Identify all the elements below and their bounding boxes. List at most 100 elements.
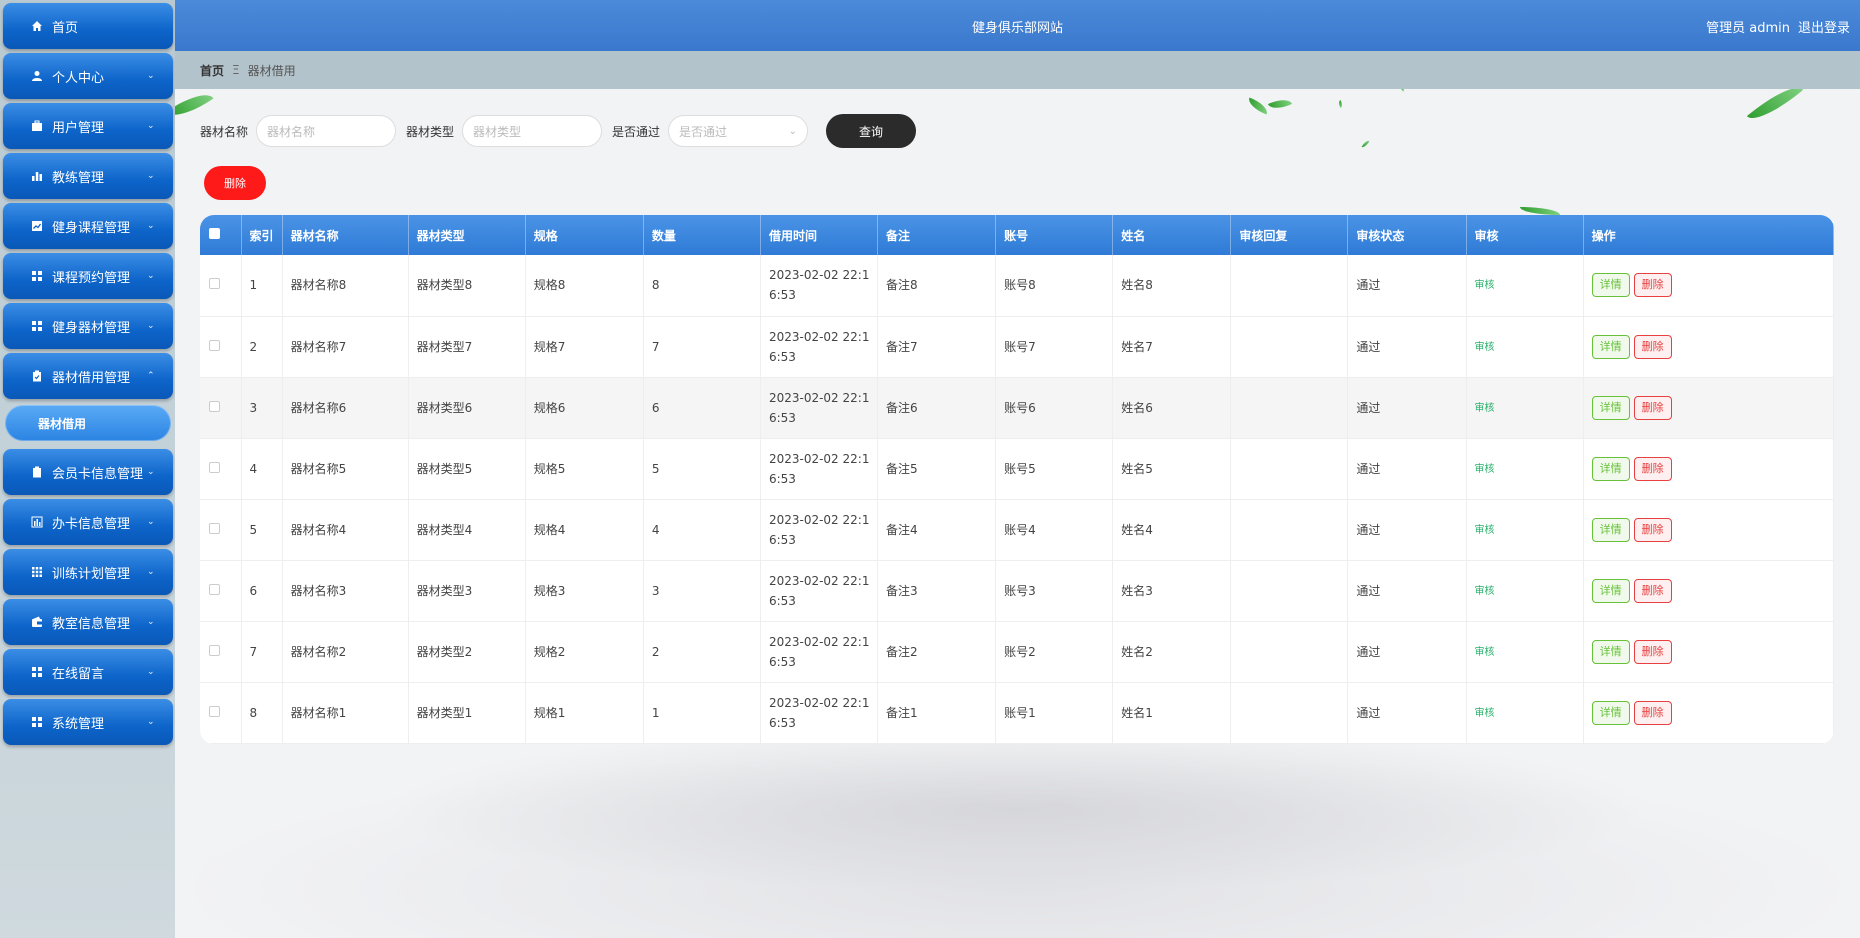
cell-audit-status: 通过 xyxy=(1347,560,1467,621)
audit-link[interactable]: 审核 xyxy=(1475,708,1495,719)
sidebar-subitem-borrow[interactable]: 器材借用 xyxy=(5,405,171,441)
row-checkbox[interactable] xyxy=(209,461,220,473)
sidebar-item-membership-card-management[interactable]: 会员卡信息管理 ⌄ xyxy=(3,449,173,495)
row-checkbox[interactable] xyxy=(209,583,220,595)
sidebar-item-booking-management[interactable]: 课程预约管理 ⌄ xyxy=(3,253,173,299)
sidebar-item-classroom-management[interactable]: 教室信息管理 ⌄ xyxy=(3,599,173,645)
chevron-down-icon: ⌄ xyxy=(147,121,155,131)
detail-button[interactable]: 详情 xyxy=(1591,700,1630,725)
sidebar-item-online-message[interactable]: 在线留言 ⌄ xyxy=(3,649,173,695)
table-row: 5 器材名称4 器材类型4 规格4 4 2023-02-02 22:1 6:53 备注4 账号4… xyxy=(200,499,1834,560)
sidebar-item-equipment-management[interactable]: 健身器材管理 ⌄ xyxy=(3,303,173,349)
sidebar-item-system-management[interactable]: 系统管理 ⌄ xyxy=(3,699,173,745)
sidebar-item-home[interactable]: 首页 xyxy=(3,3,173,49)
sidebar-item-card-application-management[interactable]: 办卡信息管理 ⌄ xyxy=(3,499,173,545)
detail-button[interactable]: 详情 xyxy=(1591,517,1630,542)
cell-spec: 规格4 xyxy=(525,499,644,560)
delete-button[interactable]: 删除 xyxy=(1633,517,1672,542)
clipboard-icon xyxy=(30,369,44,383)
row-select[interactable] xyxy=(200,316,242,377)
row-checkbox[interactable] xyxy=(209,339,220,351)
row-checkbox[interactable] xyxy=(209,278,220,290)
cell-index: 3 xyxy=(241,377,283,438)
equipment-name-input[interactable]: 器材名称 xyxy=(256,115,397,147)
row-select[interactable] xyxy=(200,499,242,560)
cell-account: 账号6 xyxy=(995,377,1114,438)
sidebar-item-label: 健身器材管理 xyxy=(52,320,131,336)
row-select[interactable] xyxy=(200,377,242,438)
cell-quantity: 7 xyxy=(643,316,761,377)
detail-button[interactable]: 详情 xyxy=(1591,456,1630,481)
delete-button[interactable]: 删除 xyxy=(1633,456,1672,481)
cell-spec: 规格3 xyxy=(525,560,644,621)
row-select[interactable] xyxy=(200,682,242,743)
cell-audit-status: 通过 xyxy=(1347,499,1467,560)
query-button[interactable]: 查询 xyxy=(826,114,917,148)
grid-icon xyxy=(30,319,44,333)
row-select[interactable] xyxy=(200,438,242,499)
chevron-down-icon: ⌄ xyxy=(147,321,155,331)
cell-person-name: 姓名2 xyxy=(1112,621,1232,682)
batch-delete-button[interactable]: 删除 xyxy=(204,166,266,200)
audit-link[interactable]: 审核 xyxy=(1475,525,1495,536)
sidebar-item-label: 教练管理 xyxy=(52,170,105,186)
cell-spec: 规格6 xyxy=(525,377,644,438)
row-checkbox[interactable] xyxy=(209,705,220,717)
delete-button[interactable]: 删除 xyxy=(1633,639,1672,664)
delete-button[interactable]: 删除 xyxy=(1633,395,1672,420)
detail-button[interactable]: 详情 xyxy=(1591,334,1630,359)
breadcrumb-home[interactable]: 首页 xyxy=(200,62,224,79)
filter-row: 器材名称 器材名称 器材类型 器材类型 是否通过 是否通过 ⌄ 查询 xyxy=(200,114,917,148)
delete-button[interactable]: 删除 xyxy=(1633,273,1672,298)
cell-actions: 详情 删除 xyxy=(1583,316,1834,377)
sidebar-item-training-plan-management[interactable]: 训练计划管理 ⌄ xyxy=(3,549,173,595)
row-checkbox[interactable] xyxy=(209,522,220,534)
pass-status-select[interactable]: 是否通过 ⌄ xyxy=(668,115,809,147)
cell-account: 账号8 xyxy=(995,255,1114,316)
detail-button[interactable]: 详情 xyxy=(1591,395,1630,420)
sidebar-item-personal-center[interactable]: 个人中心 ⌄ xyxy=(3,53,173,99)
select-all-checkbox[interactable] xyxy=(209,228,220,239)
grid-icon xyxy=(30,269,44,283)
borrow-time-line2: 6:53 xyxy=(768,471,796,486)
row-checkbox[interactable] xyxy=(209,644,220,656)
sidebar-item-coach-management[interactable]: 教练管理 ⌄ xyxy=(3,153,173,199)
detail-button[interactable]: 详情 xyxy=(1591,639,1630,664)
audit-link[interactable]: 审核 xyxy=(1475,342,1495,353)
audit-link[interactable]: 审核 xyxy=(1475,464,1495,475)
header-audit-reply: 审核回复 xyxy=(1230,215,1349,255)
equipment-name-placeholder: 器材名称 xyxy=(267,124,316,139)
cell-equipment-name: 器材名称2 xyxy=(282,621,409,682)
cell-spec: 规格5 xyxy=(525,438,644,499)
detail-button[interactable]: 详情 xyxy=(1591,578,1630,603)
sidebar-item-course-management[interactable]: 健身课程管理 ⌄ xyxy=(3,203,173,249)
sidebar-item-borrow-management[interactable]: 器材借用管理 ⌃ xyxy=(3,353,173,399)
sidebar-item-label: 会员卡信息管理 xyxy=(52,466,144,482)
equipment-type-input[interactable]: 器材类型 xyxy=(462,115,603,147)
delete-button[interactable]: 删除 xyxy=(1633,578,1672,603)
sidebar-item-label: 系统管理 xyxy=(52,716,105,732)
chevron-down-icon: ⌄ xyxy=(147,667,155,677)
detail-button[interactable]: 详情 xyxy=(1591,273,1630,298)
audit-link[interactable]: 审核 xyxy=(1475,403,1495,414)
table-row: 7 器材名称2 器材类型2 规格2 2 2023-02-02 22:1 6:53 备注2 账号2… xyxy=(200,621,1834,682)
sidebar-item-label: 健身课程管理 xyxy=(52,220,131,236)
header-select-all[interactable] xyxy=(200,215,242,255)
sidebar-item-user-management[interactable]: 用户管理 ⌄ xyxy=(3,103,173,149)
delete-button[interactable]: 删除 xyxy=(1633,334,1672,359)
borrow-time-line2: 6:53 xyxy=(768,288,796,303)
audit-link[interactable]: 审核 xyxy=(1475,280,1495,291)
logout-link[interactable]: 退出登录 xyxy=(1798,17,1850,36)
equipment-type-placeholder: 器材类型 xyxy=(473,124,522,139)
header-name: 姓名 xyxy=(1112,215,1232,255)
row-checkbox[interactable] xyxy=(209,400,220,412)
row-select[interactable] xyxy=(200,621,242,682)
cell-actions: 详情 删除 xyxy=(1583,621,1834,682)
row-select[interactable] xyxy=(200,255,242,316)
chevron-up-icon: ⌃ xyxy=(147,371,155,381)
audit-link[interactable]: 审核 xyxy=(1475,647,1495,658)
row-select[interactable] xyxy=(200,560,242,621)
delete-button[interactable]: 删除 xyxy=(1633,700,1672,725)
audit-link[interactable]: 审核 xyxy=(1475,586,1495,597)
header-note: 备注 xyxy=(877,215,997,255)
